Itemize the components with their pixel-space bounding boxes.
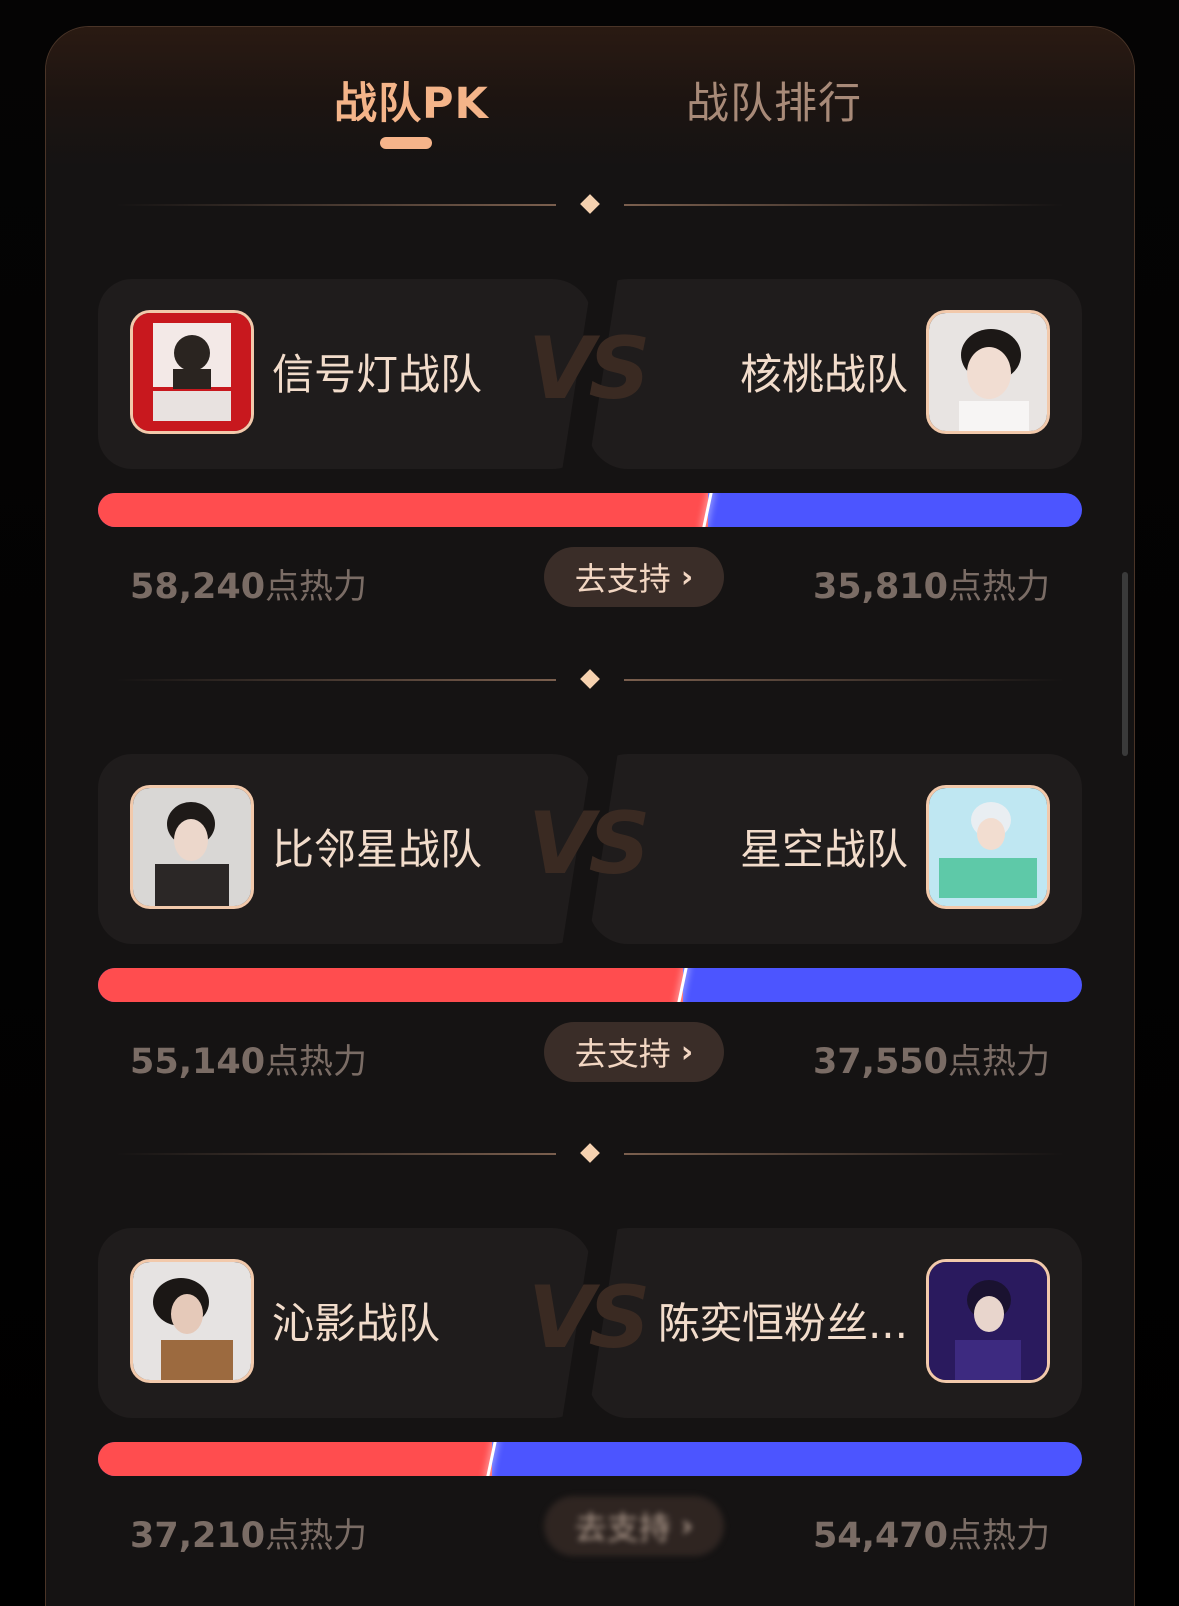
right-heat-score: 54,470点热力 bbox=[812, 1516, 1050, 1556]
team-avatar[interactable] bbox=[926, 785, 1050, 909]
left-heat-score: 37,210点热力 bbox=[130, 1516, 368, 1556]
left-share-fill bbox=[98, 1442, 492, 1476]
team-card-left[interactable]: 比邻星战队 bbox=[98, 754, 592, 944]
team-name: 沁影战队 bbox=[272, 1299, 441, 1348]
left-share-fill bbox=[98, 493, 709, 527]
support-button[interactable]: 去支持 › bbox=[544, 1496, 724, 1556]
left-share-fill bbox=[98, 968, 684, 1002]
team-avatar[interactable] bbox=[926, 1259, 1050, 1383]
support-button[interactable]: 去支持 › bbox=[544, 547, 724, 607]
tab-team-ranking[interactable]: 战队排行 bbox=[686, 69, 862, 131]
vs-label: VS bbox=[528, 794, 650, 894]
team-card-right[interactable]: 星空战队 bbox=[588, 754, 1082, 944]
section-divider bbox=[116, 1143, 1064, 1164]
diamond-icon bbox=[580, 669, 600, 689]
team-card-right[interactable]: 陈奕恒粉丝... bbox=[588, 1228, 1082, 1418]
scrollbar[interactable] bbox=[1122, 572, 1128, 756]
team-name: 核桃战队 bbox=[739, 350, 908, 399]
diamond-icon bbox=[580, 1143, 600, 1163]
chevron-right-icon: › bbox=[680, 559, 694, 595]
heat-progress-bar bbox=[98, 1442, 1082, 1476]
chevron-right-icon: › bbox=[680, 1508, 694, 1544]
team-avatar[interactable] bbox=[130, 785, 254, 909]
team-card-left[interactable]: 沁影战队 bbox=[98, 1228, 592, 1418]
vs-label: VS bbox=[528, 319, 650, 419]
left-heat-score: 58,240点热力 bbox=[130, 567, 368, 607]
team-card-right[interactable]: 核桃战队 bbox=[588, 279, 1082, 469]
vs-label: VS bbox=[528, 1268, 650, 1368]
page: 战队PK 战队排行 信号灯战队 核桃战队 VS 58,240点热力 去支持 › … bbox=[0, 0, 1179, 1606]
section-divider bbox=[116, 194, 1064, 215]
heat-progress-bar bbox=[98, 968, 1082, 1002]
team-card-left[interactable]: 信号灯战队 bbox=[98, 279, 592, 469]
support-button[interactable]: 去支持 › bbox=[544, 1022, 724, 1082]
match-card: 沁影战队 陈奕恒粉丝... VS 37,210点热力 去支持 › 54,470点热… bbox=[98, 1228, 1082, 1606]
tab-bar: 战队PK 战队排行 bbox=[46, 27, 1134, 167]
match-card: 比邻星战队 星空战队 VS 55,140点热力 去支持 › 37,550点热力 bbox=[98, 754, 1082, 1134]
team-name: 比邻星战队 bbox=[272, 825, 483, 874]
right-heat-score: 35,810点热力 bbox=[812, 567, 1050, 607]
chevron-right-icon: › bbox=[680, 1034, 694, 1070]
diamond-icon bbox=[580, 194, 600, 214]
active-tab-indicator bbox=[380, 137, 432, 149]
match-card: 信号灯战队 核桃战队 VS 58,240点热力 去支持 › 35,810点热力 bbox=[98, 279, 1082, 659]
team-panel: 战队PK 战队排行 信号灯战队 核桃战队 VS 58,240点热力 去支持 › … bbox=[45, 26, 1135, 1606]
team-avatar[interactable] bbox=[926, 310, 1050, 434]
tab-team-pk[interactable]: 战队PK bbox=[334, 69, 489, 131]
team-avatar[interactable] bbox=[130, 310, 254, 434]
left-heat-score: 55,140点热力 bbox=[130, 1042, 368, 1082]
team-avatar[interactable] bbox=[130, 1259, 254, 1383]
team-name: 星空战队 bbox=[739, 825, 908, 874]
right-heat-score: 37,550点热力 bbox=[812, 1042, 1050, 1082]
team-name: 信号灯战队 bbox=[272, 350, 483, 399]
section-divider bbox=[116, 669, 1064, 690]
team-name: 陈奕恒粉丝... bbox=[657, 1299, 908, 1348]
heat-progress-bar bbox=[98, 493, 1082, 527]
